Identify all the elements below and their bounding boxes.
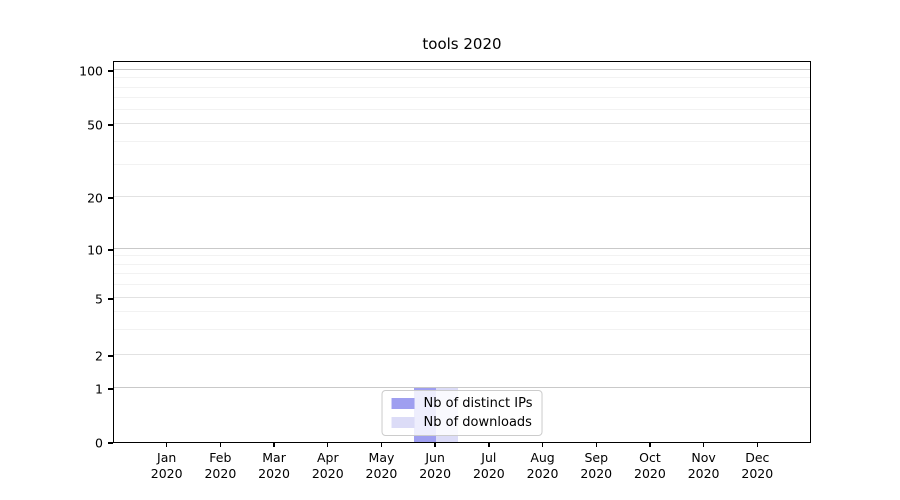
x-tick-mark: [165, 443, 168, 447]
x-tick-mark: [595, 443, 597, 447]
figure: tools 2020 Nb of distinct IPs Nb of downl…: [0, 0, 900, 500]
x-tick-mark: [380, 443, 383, 447]
x-tick-mark: [756, 443, 758, 447]
legend: Nb of distinct IPs Nb of downloads: [381, 390, 543, 436]
x-tick-mark: [649, 443, 651, 447]
x-tick-mark: [273, 443, 275, 447]
legend-label: Nb of distinct IPs: [423, 396, 533, 411]
legend-swatch: [391, 417, 415, 428]
x-tick-label: Dec 2020: [741, 450, 774, 481]
legend-swatch: [391, 398, 415, 409]
x-tick-mark: [434, 443, 436, 447]
x-tick-mark: [541, 443, 544, 447]
x-tick-mark: [702, 443, 705, 447]
legend-entry: Nb of downloads: [391, 415, 533, 430]
x-tick-mark: [488, 443, 490, 447]
x-tick-mark: [219, 443, 222, 447]
x-tick-mark: [327, 443, 329, 447]
legend-entry: Nb of distinct IPs: [391, 396, 533, 411]
legend-label: Nb of downloads: [423, 415, 532, 430]
